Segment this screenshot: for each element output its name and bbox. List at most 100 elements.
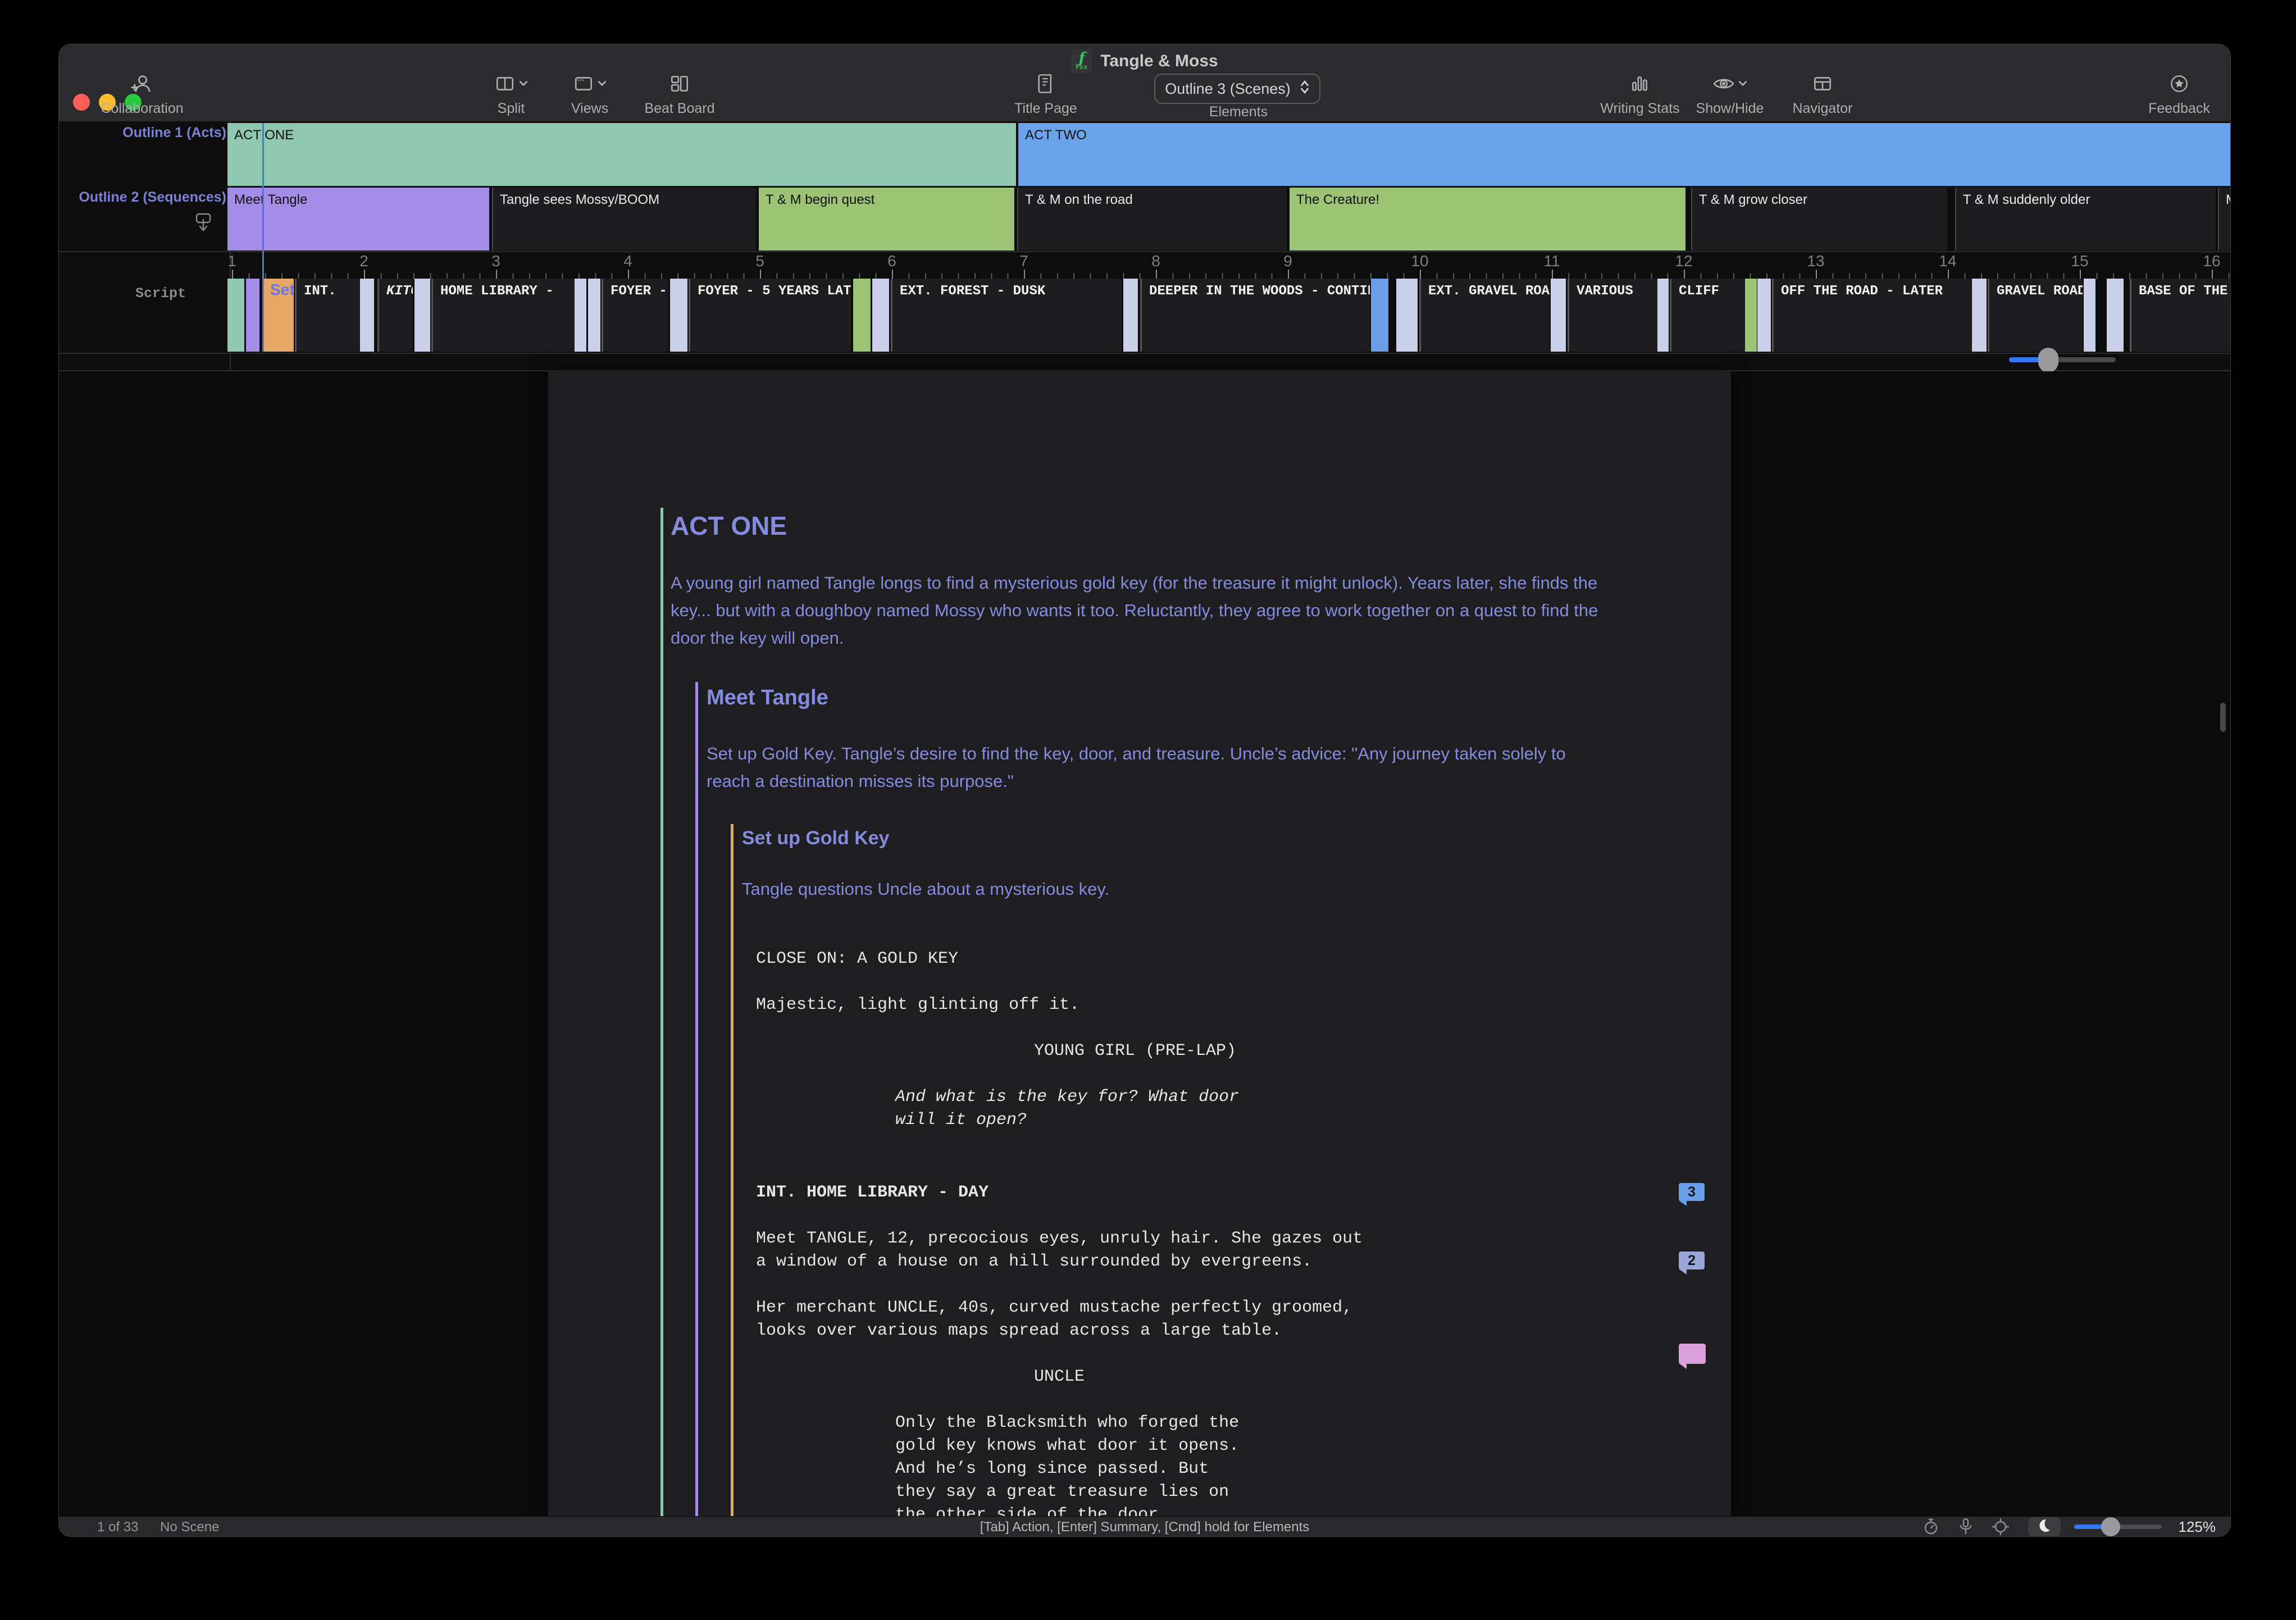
script-block[interactable]: INT. HOME LIBRARY - DAY	[756, 1181, 1700, 1204]
target-icon[interactable]	[1992, 1518, 2009, 1535]
page-number: 8	[1151, 252, 1160, 270]
act-synopsis[interactable]: A young girl named Tangle longs to find …	[671, 569, 1614, 652]
comment-badge[interactable]: 2	[1679, 1252, 1705, 1269]
scene-strip[interactable]	[1396, 279, 1418, 352]
feedback-button[interactable]: Feedback	[2137, 72, 2221, 117]
scene-strip[interactable]	[588, 279, 600, 352]
scene-strip[interactable]	[1657, 279, 1669, 352]
scene-strip[interactable]: INT.	[295, 279, 360, 352]
scene-strip[interactable]: OFF THE ROAD - LATER	[1772, 279, 1971, 352]
chevron-down-icon	[1738, 80, 1747, 87]
script-block[interactable]: YOUNG GIRL (PRE-LAP)	[1034, 1040, 1700, 1063]
microphone-icon[interactable]	[1958, 1518, 1973, 1536]
timeline-panel: Outline 1 (Acts) Outline 2 (Sequences) S…	[59, 121, 2230, 371]
beat-synopsis[interactable]: Tangle questions Uncle about a mysteriou…	[742, 879, 1109, 899]
scene-strip[interactable]: EXT. FOREST - DUSK	[891, 279, 1122, 352]
sequence-bar[interactable]: Tangle sees Mossy/BOOM	[492, 188, 756, 251]
collaboration-icon	[131, 72, 153, 95]
scene-strip[interactable]	[1972, 279, 1987, 352]
outline-selector-dropdown[interactable]: Outline 3 (Scenes)	[1154, 74, 1320, 104]
page-capture-icon[interactable]	[194, 211, 213, 238]
scene-strip[interactable]	[2084, 279, 2095, 352]
scene-strip[interactable]	[872, 279, 889, 352]
scene-strip[interactable]: CLIFF	[1670, 279, 1745, 352]
scene-strip[interactable]	[246, 279, 259, 352]
title-page-button[interactable]: Title Page	[998, 72, 1094, 117]
sequence-bar[interactable]: Mo	[2218, 188, 2231, 251]
script-block[interactable]: Her merchant UNCLE, 40s, curved mustache…	[756, 1296, 1700, 1343]
desktop: ƒ FDX Tangle & Moss Collaboration Split	[0, 0, 2296, 1620]
sequence-bar[interactable]: T & M on the road	[1017, 188, 1287, 251]
scene-strip[interactable]	[1371, 279, 1388, 352]
split-button[interactable]: Split	[475, 72, 548, 117]
scene-strip[interactable]: FOYER - 5 YEARS LATER	[689, 279, 851, 352]
dark-mode-toggle[interactable]	[2028, 1517, 2061, 1536]
show-hide-button[interactable]: Show/Hide	[1685, 72, 1775, 117]
page-number: 11	[1543, 252, 1560, 270]
sequence-bar[interactable]: T & M grow closer	[1691, 188, 1947, 251]
scene-strip[interactable]: FOYER -	[602, 279, 668, 352]
scene-strip[interactable]: EXT. GRAVEL ROAD -	[1419, 279, 1550, 352]
script-page[interactable]: ACT ONE A young girl named Tangle longs …	[548, 371, 1731, 1517]
comment-badge[interactable]: 3	[1679, 1183, 1705, 1201]
playhead-line[interactable]	[262, 123, 264, 352]
scene-strip[interactable]	[414, 279, 430, 352]
writing-stats-button[interactable]: Writing Stats	[1587, 72, 1693, 117]
sequence-bar[interactable]: The Creature!	[1290, 188, 1685, 251]
scene-strip[interactable]	[670, 279, 687, 352]
sequence-bar[interactable]: T & M suddenly older	[1955, 188, 2216, 251]
acts-row: ACT ONE ACT TWO	[227, 123, 2231, 186]
scene-strip[interactable]	[1757, 279, 1771, 352]
script-block[interactable]: And what is the key for? What door will …	[895, 1086, 1700, 1132]
editor-zoom-slider[interactable]	[2074, 1525, 2162, 1529]
scene-strip[interactable]	[1745, 279, 1757, 352]
beat-board-button[interactable]: Beat Board	[632, 72, 727, 117]
editor-zoom-slider-knob[interactable]	[2101, 1517, 2120, 1536]
beat-heading[interactable]: Set up Gold Key	[742, 827, 890, 849]
scene-strip[interactable]	[360, 279, 374, 352]
navigator-button[interactable]: Navigator	[1780, 72, 1865, 117]
scene-strip[interactable]: BASE OF THE	[2130, 279, 2231, 352]
script-text[interactable]: CLOSE ON: A GOLD KEY Majestic, light gli…	[756, 925, 1700, 1537]
scene-strip[interactable]	[227, 279, 244, 352]
scene-strip[interactable]	[2107, 279, 2124, 352]
page-number: 15	[2071, 252, 2088, 270]
bookmark-badge[interactable]	[1679, 1344, 1706, 1364]
scene-strip[interactable]	[1551, 279, 1566, 352]
scene-strip[interactable]: HOME LIBRARY -	[431, 279, 575, 352]
scene-strip[interactable]: VARIOUS	[1568, 279, 1657, 352]
scene-strip[interactable]	[575, 279, 586, 352]
script-block[interactable]: CLOSE ON: A GOLD KEY	[756, 948, 1700, 971]
act-heading[interactable]: ACT ONE	[671, 511, 787, 541]
editor-area: ACT ONE A young girl named Tangle longs …	[59, 371, 2230, 1517]
sequence-section-border	[695, 682, 698, 1517]
scene-strip[interactable]: Set	[262, 279, 294, 352]
scrollbar-thumb[interactable]	[2220, 703, 2226, 732]
script-block[interactable]: Meet TANGLE, 12, precocious eyes, unruly…	[756, 1227, 1700, 1273]
sequence-synopsis[interactable]: Set up Gold Key. Tangle’s desire to find…	[707, 740, 1594, 795]
split-icon	[494, 73, 516, 94]
act-bar[interactable]: ACT ONE	[227, 123, 1016, 186]
ruler-major-ticks	[227, 270, 2231, 279]
window-chrome: ƒ FDX Tangle & Moss Collaboration Split	[59, 44, 2230, 121]
beat-board-icon	[669, 72, 690, 95]
timer-icon[interactable]	[1923, 1518, 1939, 1536]
collaboration-button[interactable]: Collaboration	[75, 72, 209, 117]
scene-strip[interactable]: DEEPER IN THE WOODS - CONTINUOUS	[1140, 279, 1370, 352]
timeline-zoom-slider[interactable]	[2009, 357, 2116, 362]
views-button[interactable]: Views	[553, 72, 626, 117]
script-block[interactable]: Only the Blacksmith who forged the gold …	[895, 1412, 1700, 1527]
timeline-zoom-slider-knob[interactable]	[2038, 348, 2058, 372]
scene-strip[interactable]	[853, 279, 871, 352]
script-block[interactable]: UNCLE	[1034, 1366, 1700, 1389]
sequence-heading[interactable]: Meet Tangle	[707, 686, 828, 710]
script-block[interactable]: Majestic, light glinting off it.	[756, 994, 1700, 1017]
page-number: 9	[1283, 252, 1292, 270]
scene-strip[interactable]	[1123, 279, 1138, 352]
sequence-bar[interactable]: Meet Tangle	[227, 188, 489, 251]
scene-strip[interactable]: KITC	[377, 279, 413, 352]
act-bar[interactable]: ACT TWO	[1018, 123, 2231, 186]
outline1-row-label: Outline 1 (Acts)	[66, 125, 226, 141]
scene-strip[interactable]: GRAVEL ROAD	[1988, 279, 2083, 352]
sequence-bar[interactable]: T & M begin quest	[759, 188, 1014, 251]
